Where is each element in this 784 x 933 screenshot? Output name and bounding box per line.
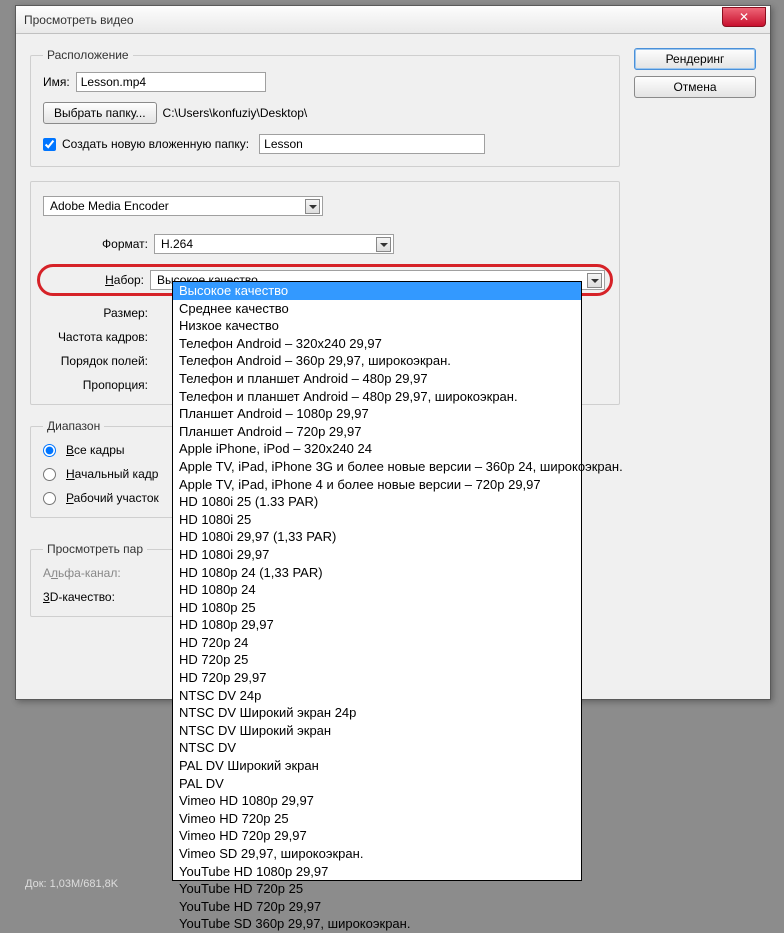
preset-option[interactable]: HD 1080p 25 (173, 599, 581, 617)
fps-label: Частота кадров: (43, 330, 148, 344)
choose-folder-button[interactable]: Выбрать папку... (43, 102, 157, 124)
subfolder-label: Создать новую вложенную папку: (62, 137, 249, 151)
preset-option[interactable]: NTSC DV 24p (173, 687, 581, 705)
preset-label: Набор: (45, 273, 144, 287)
field-order-label: Порядок полей: (43, 354, 148, 368)
quality3d-label: 3D-качество: (43, 590, 115, 604)
chevron-down-icon (305, 199, 320, 214)
preset-option[interactable]: Низкое качество (173, 317, 581, 335)
location-group: Расположение Имя: Выбрать папку... C:\Us… (30, 48, 620, 167)
right-column: Рендеринг Отмена (634, 48, 756, 631)
location-legend: Расположение (43, 48, 133, 62)
preset-option[interactable]: HD 720p 29,97 (173, 669, 581, 687)
preset-option[interactable]: YouTube SD 360p 29,97, широкоэкран. (173, 915, 581, 933)
encoder-combo[interactable]: Adobe Media Encoder (43, 196, 323, 216)
range-work-radio[interactable] (43, 492, 56, 505)
preset-option[interactable]: PAL DV (173, 775, 581, 793)
range-group: Диапазон Все кадры Начальный кадр Рабочи… (30, 419, 185, 518)
preset-option[interactable]: NTSC DV (173, 739, 581, 757)
preset-option[interactable]: Телефон Android – 360p 29,97, широкоэкра… (173, 352, 581, 370)
preview-group: Просмотреть пар Альфа-канал: 3D-качество… (30, 542, 185, 617)
size-label: Размер: (43, 306, 148, 320)
cancel-button[interactable]: Отмена (634, 76, 756, 98)
folder-path: C:\Users\konfuziy\Desktop\ (163, 106, 308, 120)
preset-option[interactable]: HD 1080i 29,97 (1,33 PAR) (173, 528, 581, 546)
preset-option[interactable]: Телефон и планшет Android – 480p 29,97 (173, 370, 581, 388)
aspect-label: Пропорция: (43, 378, 148, 392)
format-combo[interactable]: H.264 (154, 234, 394, 254)
preset-option[interactable]: Apple TV, iPad, iPhone 3G и более новые … (173, 458, 581, 476)
preset-option[interactable]: YouTube HD 1080p 29,97 (173, 863, 581, 881)
preset-option[interactable]: Среднее качество (173, 300, 581, 318)
preset-option[interactable]: Vimeo SD 29,97, широкоэкран. (173, 845, 581, 863)
chevron-down-icon (587, 273, 602, 288)
preset-option[interactable]: Планшет Android – 720p 29,97 (173, 423, 581, 441)
preset-option[interactable]: Apple iPhone, iPod – 320x240 24 (173, 440, 581, 458)
preset-option[interactable]: Vimeo HD 720p 25 (173, 810, 581, 828)
preset-option[interactable]: HD 1080p 29,97 (173, 616, 581, 634)
preset-option[interactable]: HD 1080i 29,97 (173, 546, 581, 564)
preset-option[interactable]: HD 720p 25 (173, 651, 581, 669)
preset-option[interactable]: YouTube HD 720p 29,97 (173, 898, 581, 916)
preset-option[interactable]: PAL DV Широкий экран (173, 757, 581, 775)
chevron-down-icon (376, 237, 391, 252)
range-all-radio[interactable] (43, 444, 56, 457)
preset-option[interactable]: NTSC DV Широкий экран 24p (173, 704, 581, 722)
preview-legend: Просмотреть пар (43, 542, 147, 556)
preset-option[interactable]: Vimeo HD 720p 29,97 (173, 827, 581, 845)
subfolder-checkbox[interactable] (43, 138, 56, 151)
preset-option[interactable]: NTSC DV Широкий экран (173, 722, 581, 740)
preset-option[interactable]: Apple TV, iPad, iPhone 4 и более новые в… (173, 476, 581, 494)
format-label: Формат: (43, 237, 148, 251)
preset-option[interactable]: Высокое качество (173, 282, 581, 300)
window-title: Просмотреть видео (24, 13, 134, 27)
preset-option[interactable]: Vimeo HD 1080p 29,97 (173, 792, 581, 810)
preset-option[interactable]: HD 1080i 25 (1.33 PAR) (173, 493, 581, 511)
subfolder-input[interactable] (259, 134, 485, 154)
preset-option[interactable]: HD 1080p 24 (1,33 PAR) (173, 564, 581, 582)
name-label: Имя: (43, 75, 70, 89)
render-button[interactable]: Рендеринг (634, 48, 756, 70)
name-input[interactable] (76, 72, 266, 92)
preset-option[interactable]: YouTube HD 720p 25 (173, 880, 581, 898)
preset-option[interactable]: HD 1080p 24 (173, 581, 581, 599)
status-bar: Док: 1,03M/681,8K (25, 878, 118, 890)
preset-option[interactable]: HD 1080i 25 (173, 511, 581, 529)
range-start-label: Начальный кадр (66, 467, 158, 481)
preset-dropdown-list[interactable]: Высокое качествоСреднее качествоНизкое к… (172, 281, 582, 881)
preset-option[interactable]: Телефон Android – 320x240 29,97 (173, 335, 581, 353)
titlebar: Просмотреть видео ✕ (16, 6, 770, 34)
format-value: H.264 (161, 237, 193, 251)
preset-option[interactable]: HD 720p 24 (173, 634, 581, 652)
range-all-label: Все кадры (66, 443, 125, 457)
close-button[interactable]: ✕ (722, 7, 766, 27)
range-start-radio[interactable] (43, 468, 56, 481)
preset-option[interactable]: Планшет Android – 1080p 29,97 (173, 405, 581, 423)
close-icon: ✕ (739, 10, 749, 24)
range-work-label: Рабочий участок (66, 491, 159, 505)
encoder-value: Adobe Media Encoder (50, 199, 169, 213)
range-legend: Диапазон (43, 419, 104, 433)
alpha-label: Альфа-канал: (43, 566, 121, 580)
preset-option[interactable]: Телефон и планшет Android – 480p 29,97, … (173, 388, 581, 406)
